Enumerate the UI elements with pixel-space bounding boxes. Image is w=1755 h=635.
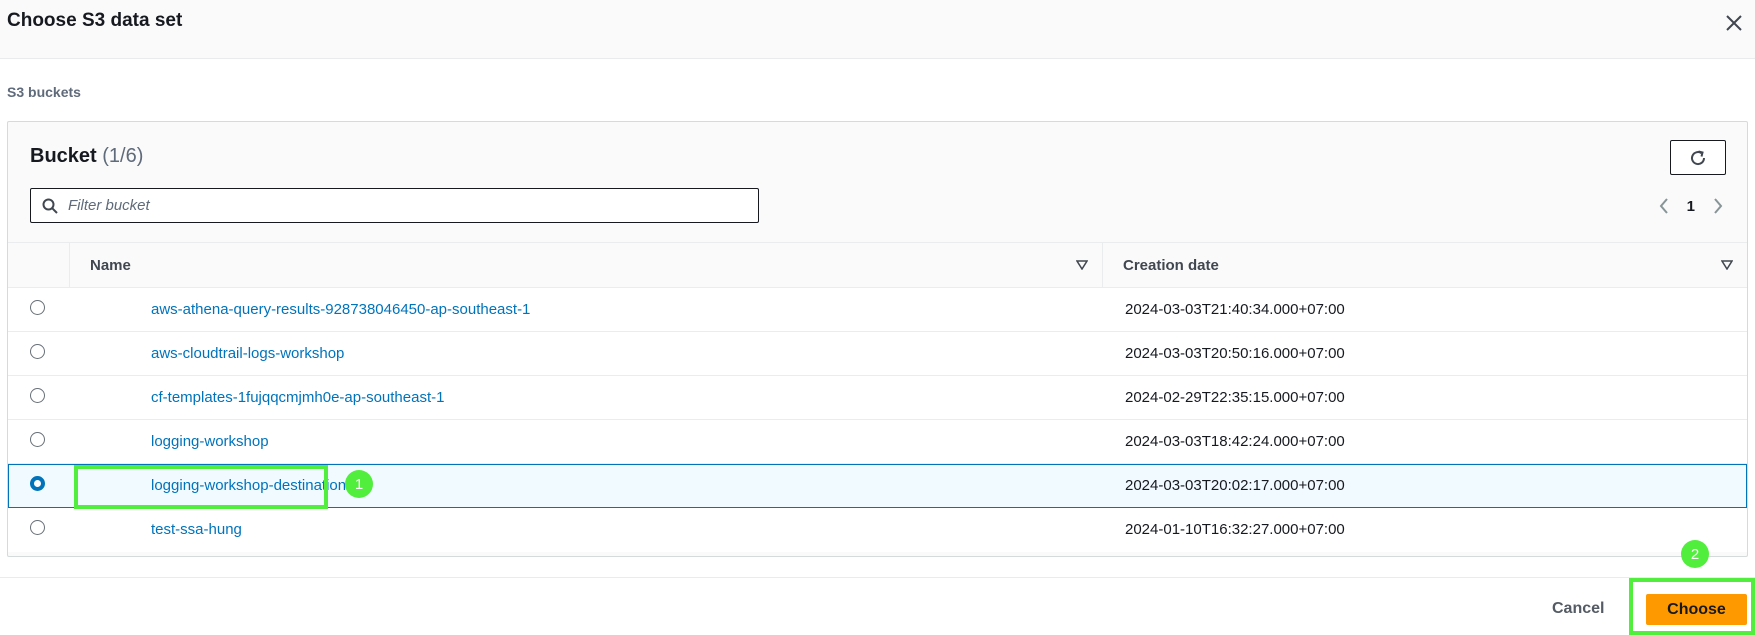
section-label: S3 buckets [7, 84, 81, 100]
modal-title: Choose S3 data set [7, 10, 183, 31]
creation-date-cell: 2024-01-10T16:32:27.000+07:00 [1125, 521, 1345, 539]
bucket-table-container: Bucket (1/6) 1 [7, 121, 1748, 557]
close-icon [1726, 15, 1742, 31]
choose-button[interactable]: Choose [1646, 594, 1747, 625]
creation-date-cell: 2024-02-29T22:35:15.000+07:00 [1125, 389, 1345, 406]
refresh-button[interactable] [1670, 140, 1726, 175]
row-radio[interactable] [30, 388, 45, 403]
search-icon [42, 198, 58, 214]
filter-field[interactable] [30, 188, 759, 223]
next-page-button[interactable] [1713, 198, 1723, 214]
row-radio-checked[interactable] [30, 476, 45, 491]
table-row[interactable]: aws-cloudtrail-logs-workshop 2024-03-03T… [8, 332, 1747, 376]
bucket-name-link[interactable]: aws-cloudtrail-logs-workshop [151, 345, 344, 362]
table-row[interactable]: test-ssa-hung 2024-01-10T16:32:27.000+07… [8, 508, 1747, 552]
table-row[interactable]: logging-workshop 2024-03-03T18:42:24.000… [8, 420, 1747, 464]
close-button[interactable] [1721, 10, 1747, 36]
annotation-step-badge: 2 [1681, 540, 1709, 568]
select-column-header [8, 242, 69, 288]
bucket-name-link[interactable]: test-ssa-hung [151, 521, 242, 538]
creation-date-cell: 2024-03-03T18:42:24.000+07:00 [1125, 433, 1345, 450]
sort-down-icon[interactable] [1076, 260, 1088, 270]
cancel-button[interactable]: Cancel [1540, 593, 1616, 625]
bucket-name-link[interactable]: aws-athena-query-results-928738046450-ap… [151, 301, 530, 318]
current-page[interactable]: 1 [1687, 198, 1695, 215]
annotation-step-badge: 1 [345, 470, 373, 498]
sort-down-icon[interactable] [1721, 260, 1733, 270]
previous-page-button[interactable] [1659, 198, 1669, 214]
table-heading-title: Bucket [30, 145, 97, 167]
row-radio[interactable] [30, 344, 45, 359]
table-header-row: Name Creation date [8, 242, 1747, 288]
name-column-header[interactable]: Name [69, 242, 1102, 288]
modal-header: Choose S3 data set [0, 0, 1755, 59]
row-radio[interactable] [30, 300, 45, 315]
table-row[interactable]: aws-athena-query-results-928738046450-ap… [8, 288, 1747, 332]
chevron-right-icon [1714, 198, 1723, 214]
chevron-left-icon [1659, 198, 1668, 214]
creation-date-column-header[interactable]: Creation date [1102, 242, 1747, 288]
bucket-name-link[interactable]: cf-templates-1fujqqcmjmh0e-ap-southeast-… [151, 389, 444, 406]
creation-date-cell: 2024-03-03T20:02:17.000+07:00 [1125, 477, 1345, 494]
footer-divider [0, 577, 1755, 578]
table-row-selected[interactable]: logging-workshop-destination 2024-03-03T… [8, 463, 1747, 508]
row-radio[interactable] [30, 432, 45, 447]
table-row[interactable]: cf-templates-1fujqqcmjmh0e-ap-southeast-… [8, 376, 1747, 420]
bucket-name-link[interactable]: logging-workshop-destination [151, 477, 346, 494]
row-radio[interactable] [30, 520, 45, 536]
filter-input[interactable] [68, 197, 728, 214]
creation-date-cell: 2024-03-03T20:50:16.000+07:00 [1125, 345, 1345, 362]
creation-date-cell: 2024-03-03T21:40:34.000+07:00 [1125, 301, 1345, 318]
refresh-icon [1691, 150, 1706, 165]
creation-date-column-label: Creation date [1123, 256, 1219, 274]
name-column-label: Name [90, 256, 131, 274]
table-heading: Bucket (1/6) [30, 145, 143, 168]
bucket-table: Name Creation date aws-athena-query-resu… [8, 242, 1747, 552]
bucket-name-link[interactable]: logging-workshop [151, 433, 269, 450]
pagination: 1 [1659, 192, 1723, 220]
table-heading-count: (1/6) [102, 145, 144, 167]
